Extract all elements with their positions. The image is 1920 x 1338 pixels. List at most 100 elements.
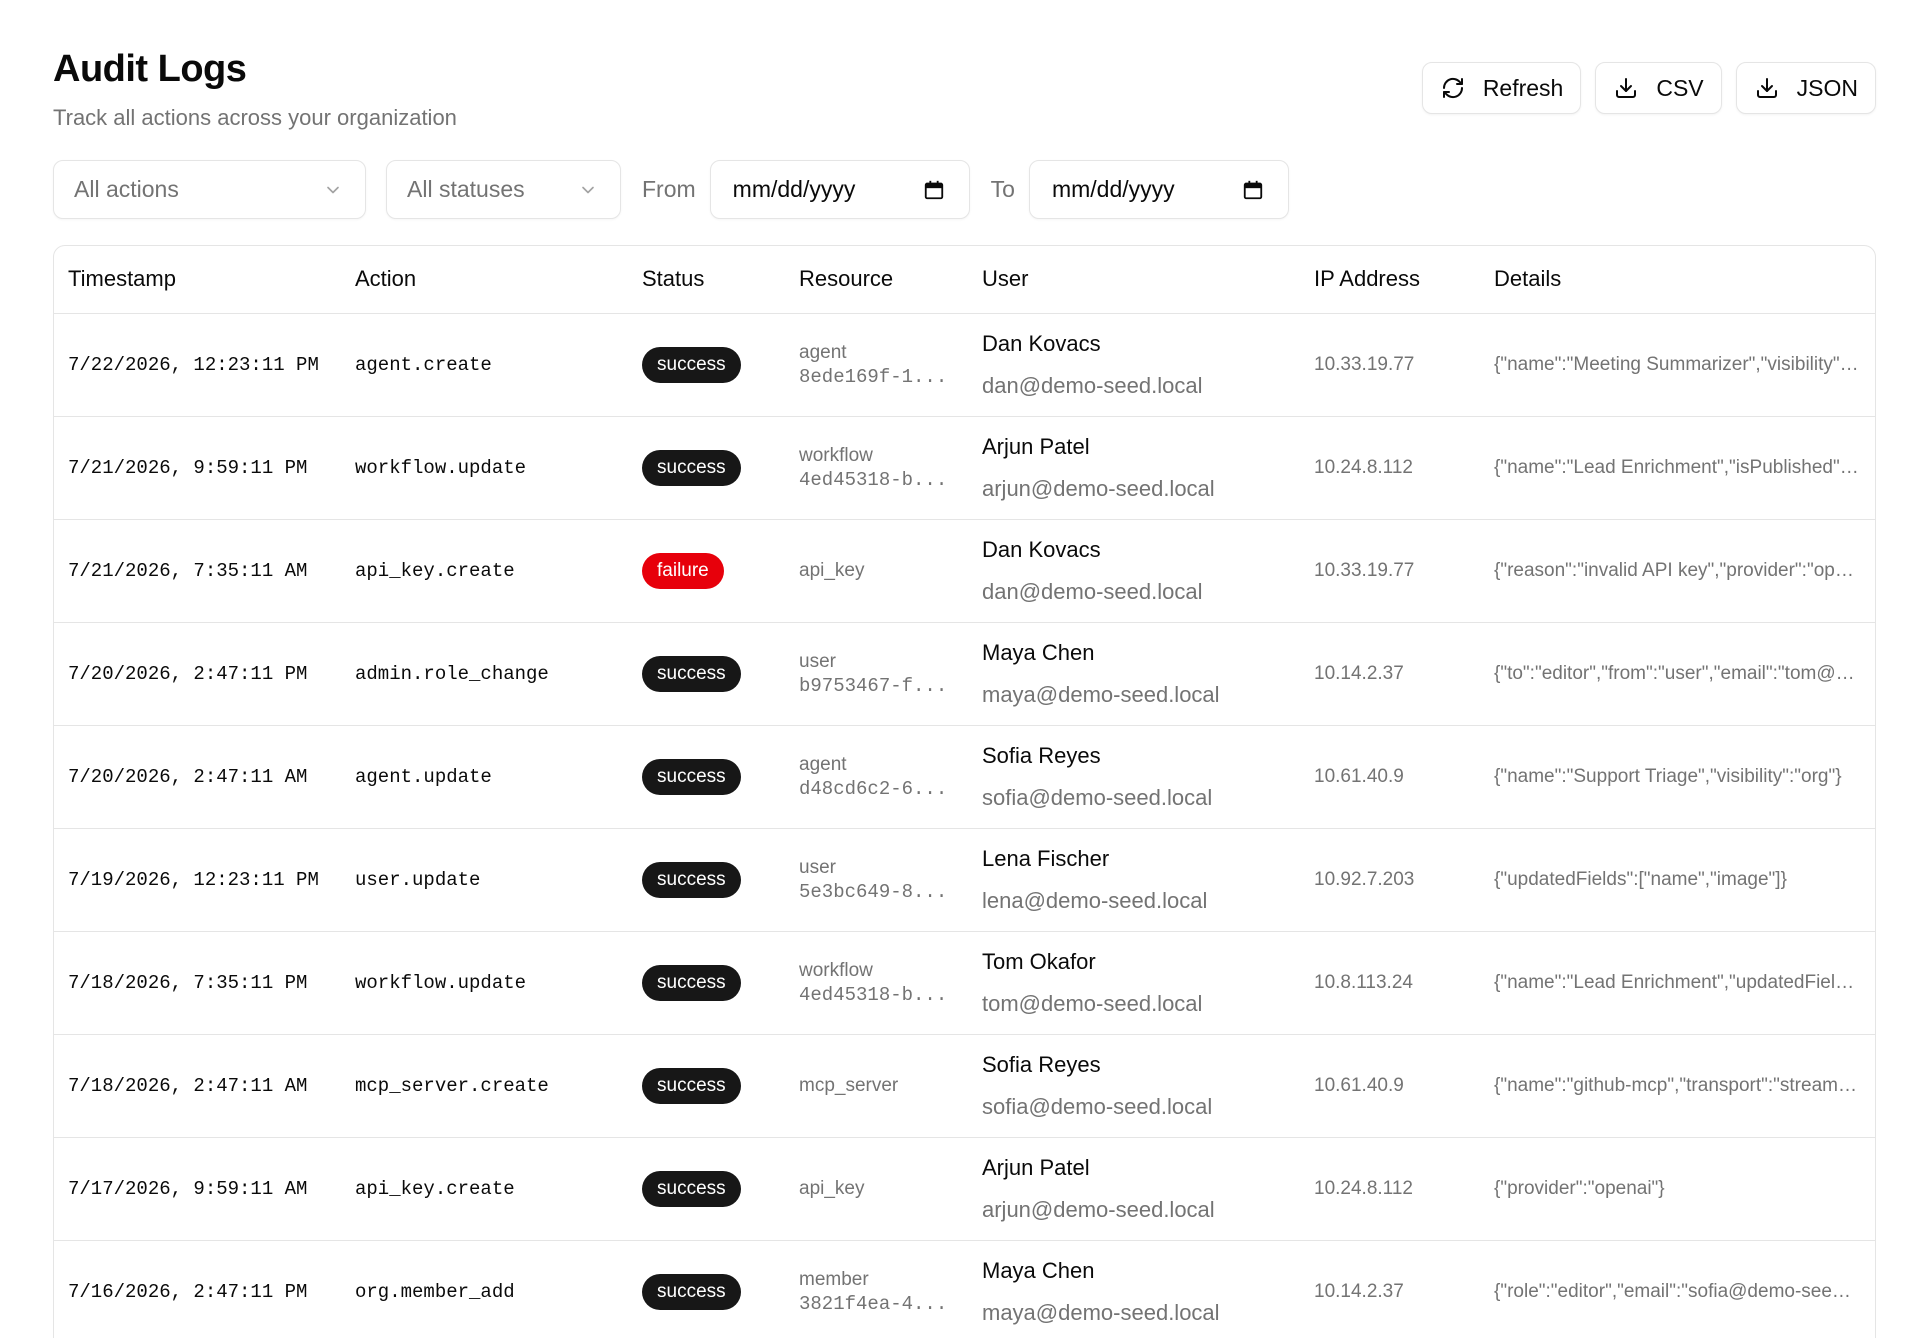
from-date-input[interactable]: mm/dd/yyyy <box>709 160 970 219</box>
ip-address-cell: 10.8.113.24 <box>1300 931 1480 1035</box>
table-row[interactable]: 7/18/2026, 2:47:11 AM mcp_server.create su… <box>54 1034 1875 1138</box>
user-name: Dan Kovacs <box>982 536 1101 562</box>
details-cell: {"role":"editor","email":"sofia@demo-see… <box>1480 1240 1875 1338</box>
user-cell: Dan Kovacs dan@demo-seed.local <box>968 519 1300 623</box>
ip-address-cell: 10.61.40.9 <box>1300 1034 1480 1138</box>
page-header: Audit Logs Track all actions across your… <box>53 48 457 131</box>
user-email: dan@demo-seed.local <box>982 372 1203 398</box>
status-cell: success <box>628 828 785 932</box>
resource-type: workflow <box>799 959 873 981</box>
resource-id: b9753467-f... <box>799 674 948 697</box>
calendar-icon[interactable] <box>923 179 945 201</box>
action-filter-select[interactable]: All actions <box>53 160 366 219</box>
user-cell: Sofia Reyes sofia@demo-seed.local <box>968 725 1300 829</box>
ip-address-cell: 10.33.19.77 <box>1300 313 1480 417</box>
status-cell: success <box>628 313 785 417</box>
resource-cell: member 3821f4ea-4... <box>785 1240 968 1338</box>
resource-cell: api_key <box>785 519 968 623</box>
resource-type: api_key <box>799 1178 865 1199</box>
column-header-resource[interactable]: Resource <box>785 246 968 314</box>
table-row[interactable]: 7/22/2026, 12:23:11 PM agent.create succes… <box>54 313 1875 417</box>
resource-type: workflow <box>799 444 873 466</box>
column-header-details[interactable]: Details <box>1480 246 1875 314</box>
resource-cell: workflow 4ed45318-b... <box>785 931 968 1035</box>
table-row[interactable]: 7/21/2026, 7:35:11 AM api_key.create failu… <box>54 519 1875 623</box>
timestamp-cell: 7/18/2026, 7:35:11 PM <box>54 931 341 1035</box>
timestamp-cell: 7/19/2026, 12:23:11 PM <box>54 828 341 932</box>
user-name: Dan Kovacs <box>982 330 1101 356</box>
column-header-ip-address[interactable]: IP Address <box>1300 246 1480 314</box>
status-badge: success <box>642 1067 741 1104</box>
status-badge: success <box>642 449 741 486</box>
details-cell: {"name":"Meeting Summarizer","visibility… <box>1480 313 1875 417</box>
ip-address-cell: 10.14.2.37 <box>1300 1240 1480 1338</box>
status-filter-select[interactable]: All statuses <box>386 160 621 219</box>
to-date-input[interactable]: mm/dd/yyyy <box>1028 160 1289 219</box>
action-cell: mcp_server.create <box>341 1034 628 1138</box>
download-icon <box>1616 78 1637 98</box>
table-body: 7/22/2026, 12:23:11 PM agent.create succes… <box>54 313 1875 1338</box>
status-badge: success <box>642 1170 741 1207</box>
table-row[interactable]: 7/21/2026, 9:59:11 PM workflow.update succ… <box>54 416 1875 520</box>
user-cell: Arjun Patel arjun@demo-seed.local <box>968 416 1300 520</box>
export-csv-button[interactable]: CSV <box>1595 62 1722 114</box>
resource-id: 3821f4ea-4... <box>799 1292 948 1315</box>
ip-address-cell: 10.24.8.112 <box>1300 416 1480 520</box>
resource-cell: user 5e3bc649-8... <box>785 828 968 932</box>
action-cell: agent.create <box>341 313 628 417</box>
ip-address-cell: 10.14.2.37 <box>1300 622 1480 726</box>
refresh-button[interactable]: Refresh <box>1421 62 1582 114</box>
resource-type: agent <box>799 753 847 775</box>
to-date-value: mm/dd/yyyy <box>1051 176 1175 202</box>
user-cell: Arjun Patel arjun@demo-seed.local <box>968 1137 1300 1241</box>
user-cell: Lena Fischer lena@demo-seed.local <box>968 828 1300 932</box>
resource-type: api_key <box>799 560 865 581</box>
user-email: maya@demo-seed.local <box>982 1299 1220 1325</box>
chevron-down-icon <box>582 186 594 193</box>
status-cell: success <box>628 416 785 520</box>
user-name: Sofia Reyes <box>982 742 1101 768</box>
resource-type: agent <box>799 341 847 363</box>
column-header-status[interactable]: Status <box>628 246 785 314</box>
user-email: sofia@demo-seed.local <box>982 1093 1213 1119</box>
table-row[interactable]: 7/17/2026, 9:59:11 AM api_key.create succe… <box>54 1137 1875 1241</box>
export-json-button[interactable]: JSON <box>1735 62 1876 114</box>
ip-address-cell: 10.24.8.112 <box>1300 1137 1480 1241</box>
details-cell: {"name":"Lead Enrichment","updatedFields… <box>1480 931 1875 1035</box>
column-header-user[interactable]: User <box>968 246 1300 314</box>
timestamp-cell: 7/21/2026, 9:59:11 PM <box>54 416 341 520</box>
user-name: Maya Chen <box>982 1257 1095 1283</box>
action-cell: api_key.create <box>341 519 628 623</box>
table-row[interactable]: 7/16/2026, 2:47:11 PM org.member_add succe… <box>54 1240 1875 1338</box>
action-cell: admin.role_change <box>341 622 628 726</box>
status-badge: success <box>642 346 741 383</box>
column-header-action[interactable]: Action <box>341 246 628 314</box>
column-header-timestamp[interactable]: Timestamp <box>54 246 341 314</box>
user-email: sofia@demo-seed.local <box>982 784 1213 810</box>
table-row[interactable]: 7/20/2026, 2:47:11 AM agent.update success… <box>54 725 1875 829</box>
calendar-icon[interactable] <box>1242 179 1264 201</box>
resource-type: user <box>799 650 836 672</box>
user-email: lena@demo-seed.local <box>982 887 1208 913</box>
status-cell: success <box>628 622 785 726</box>
table-row[interactable]: 7/20/2026, 2:47:11 PM admin.role_change su… <box>54 622 1875 726</box>
action-cell: workflow.update <box>341 931 628 1035</box>
table-header-row: Timestamp Action Status Resource User IP… <box>54 246 1875 314</box>
table-row[interactable]: 7/18/2026, 7:35:11 PM workflow.update succ… <box>54 931 1875 1035</box>
user-cell: Maya Chen maya@demo-seed.local <box>968 1240 1300 1338</box>
timestamp-cell: 7/20/2026, 2:47:11 AM <box>54 725 341 829</box>
download-icon <box>1756 78 1777 98</box>
table-row[interactable]: 7/19/2026, 12:23:11 PM user.update success… <box>54 828 1875 932</box>
to-label: To <box>990 176 1015 202</box>
details-cell: {"name":"Support Triage","visibility":"o… <box>1480 725 1875 829</box>
audit-log-table: Timestamp Action Status Resource User IP… <box>53 245 1876 1338</box>
user-name: Lena Fischer <box>982 845 1110 871</box>
status-badge: success <box>642 861 741 898</box>
status-cell: success <box>628 931 785 1035</box>
resource-cell: user b9753467-f... <box>785 622 968 726</box>
details-cell: {"provider":"openai"} <box>1480 1137 1875 1241</box>
action-filter-value: All actions <box>74 176 179 202</box>
from-date-value: mm/dd/yyyy <box>732 176 856 202</box>
ip-address-cell: 10.33.19.77 <box>1300 519 1480 623</box>
timestamp-cell: 7/22/2026, 12:23:11 PM <box>54 313 341 417</box>
